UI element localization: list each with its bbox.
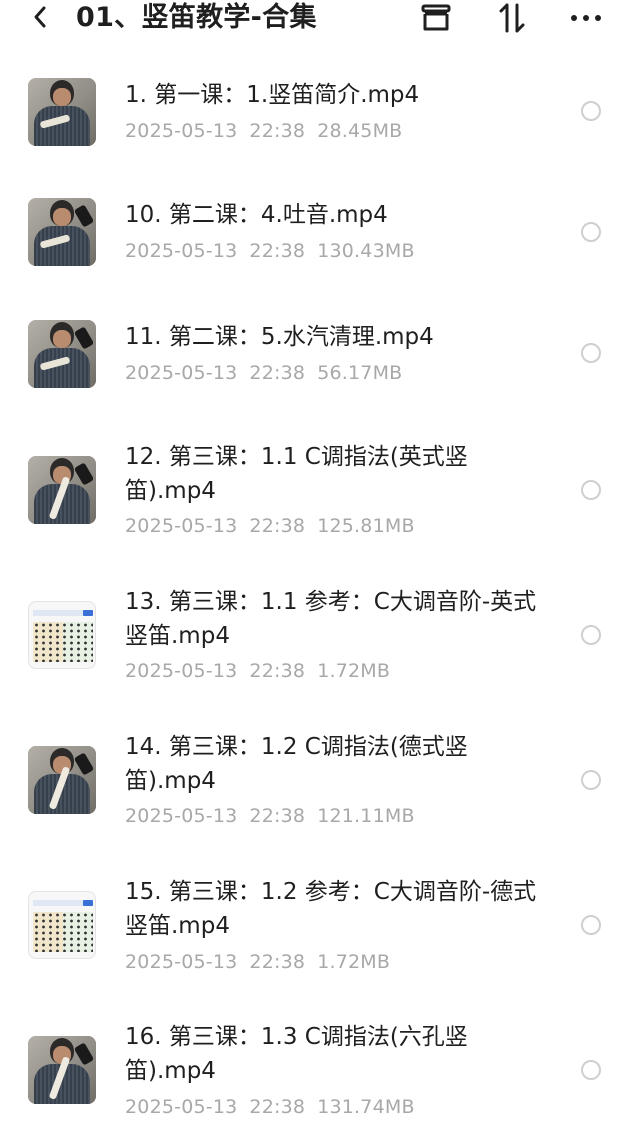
video-thumbnail	[28, 78, 96, 146]
select-radio[interactable]	[581, 343, 601, 363]
file-time: 22:38	[249, 1096, 306, 1118]
file-meta: 2025-05-13 22:38 56.17MB	[125, 362, 414, 384]
file-size: 130.43MB	[317, 240, 415, 262]
video-thumbnail	[28, 320, 96, 388]
video-thumbnail	[28, 1036, 96, 1104]
file-size: 121.11MB	[317, 805, 415, 827]
file-name: 1. 第一课：1.竖笛简介.mp4	[125, 82, 420, 108]
select-radio[interactable]	[581, 480, 601, 500]
file-date: 2025-05-13	[125, 1096, 238, 1118]
file-time: 22:38	[249, 515, 306, 537]
file-time: 22:38	[249, 951, 306, 973]
file-meta: 2025-05-13 22:38 125.81MB	[125, 515, 427, 537]
select-radio[interactable]	[581, 770, 601, 790]
file-size: 1.72MB	[317, 660, 391, 682]
video-thumbnail	[28, 456, 96, 524]
file-time: 22:38	[249, 120, 306, 142]
select-radio[interactable]	[581, 222, 601, 242]
file-size: 125.81MB	[317, 515, 415, 537]
file-name: 10. 第二课：4.吐音.mp4	[125, 202, 388, 228]
file-date: 2025-05-13	[125, 240, 238, 262]
video-thumbnail	[28, 198, 96, 266]
file-size: 28.45MB	[317, 120, 403, 142]
select-radio[interactable]	[581, 915, 601, 935]
file-time: 22:38	[249, 805, 306, 827]
file-name: 16. 第三课：1.3 C调指法(六孔竖笛).mp4	[125, 1024, 468, 1084]
file-date: 2025-05-13	[125, 362, 238, 384]
select-radio[interactable]	[581, 625, 601, 645]
file-size: 131.74MB	[317, 1096, 415, 1118]
file-meta: 2025-05-13 22:38 1.72MB	[125, 951, 402, 973]
file-meta: 2025-05-13 22:38 28.45MB	[125, 120, 414, 142]
file-list: 1. 第一课：1.竖笛简介.mp4 2025-05-13 22:38 28.45MB…	[0, 0, 640, 1125]
select-radio[interactable]	[581, 101, 601, 121]
select-radio[interactable]	[581, 1060, 601, 1080]
file-date: 2025-05-13	[125, 660, 238, 682]
video-thumbnail	[28, 746, 96, 814]
file-time: 22:38	[249, 362, 306, 384]
file-size: 1.72MB	[317, 951, 391, 973]
file-name: 12. 第三课：1.1 C调指法(英式竖笛).mp4	[125, 444, 468, 504]
file-name: 11. 第二课：5.水汽清理.mp4	[125, 324, 434, 350]
file-date: 2025-05-13	[125, 515, 238, 537]
file-name: 13. 第三课：1.1 参考：C大调音阶-英式竖笛.mp4	[125, 589, 537, 649]
video-thumbnail	[28, 891, 96, 959]
file-name: 14. 第三课：1.2 C调指法(德式竖笛).mp4	[125, 734, 468, 794]
file-name: 15. 第三课：1.2 参考：C大调音阶-德式竖笛.mp4	[125, 879, 537, 939]
file-time: 22:38	[249, 240, 306, 262]
file-date: 2025-05-13	[125, 951, 238, 973]
file-meta: 2025-05-13 22:38 130.43MB	[125, 240, 427, 262]
file-date: 2025-05-13	[125, 805, 238, 827]
file-meta: 2025-05-13 22:38 131.74MB	[125, 1096, 427, 1118]
video-thumbnail	[28, 601, 96, 669]
file-size: 56.17MB	[317, 362, 403, 384]
file-time: 22:38	[249, 660, 306, 682]
file-meta: 2025-05-13 22:38 121.11MB	[125, 805, 427, 827]
file-meta: 2025-05-13 22:38 1.72MB	[125, 660, 402, 682]
file-date: 2025-05-13	[125, 120, 238, 142]
